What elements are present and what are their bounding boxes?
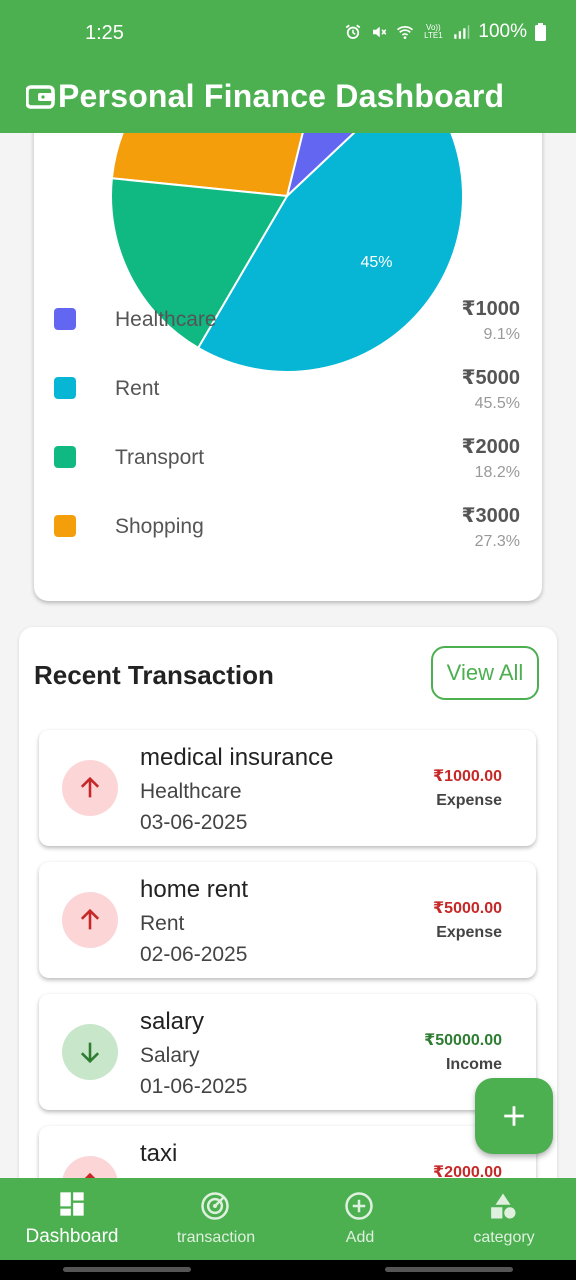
status-bar: 1:25 Vo)) LTE1 100% [0, 0, 576, 60]
add-circle-icon [345, 1192, 373, 1220]
wallet-icon [26, 84, 55, 109]
recent-transactions-heading: Recent Transaction [34, 660, 274, 690]
legend-amount: ₹2000 [461, 436, 520, 458]
expense-indicator [62, 1156, 118, 1178]
legend-name: Healthcare [115, 308, 217, 331]
pie-slice-label: 45% [361, 254, 393, 271]
expense-chart-card: 45% Healthcare ₹1000 9.1% Rent ₹5000 45.… [34, 133, 542, 601]
view-all-button[interactable]: View All [431, 646, 539, 700]
track-changes-icon [201, 1192, 229, 1220]
legend-item-healthcare: Healthcare ₹1000 9.1% [54, 288, 520, 348]
nav-label: transaction [176, 1229, 256, 1246]
app-bar: Personal Finance Dashboard [0, 60, 576, 133]
nav-transaction[interactable]: transaction [144, 1178, 288, 1260]
legend-swatch [54, 377, 76, 399]
nav-category[interactable]: category [432, 1178, 576, 1260]
transaction-name: medical insurance [140, 744, 334, 771]
income-indicator [62, 1024, 118, 1080]
app-title: Personal Finance Dashboard [58, 78, 505, 114]
dashboard-icon [60, 1192, 84, 1216]
transaction-category: Healthcare [140, 780, 242, 803]
nav-label: category [473, 1229, 535, 1246]
legend-item-transport: Transport ₹2000 18.2% [54, 426, 520, 486]
legend-swatch [54, 515, 76, 537]
nav-label: Add [345, 1229, 375, 1246]
alarm-icon [346, 24, 361, 39]
system-navigation-bar [0, 1260, 576, 1280]
battery-icon [535, 23, 546, 41]
legend-amount: ₹1000 [461, 298, 520, 320]
transaction-item[interactable]: salary Salary 01-06-2025 ₹50000.00 Incom… [39, 994, 536, 1110]
legend-name: Transport [115, 446, 205, 469]
legend-name: Rent [115, 377, 160, 400]
transaction-amount: ₹50000.00 [424, 1032, 502, 1049]
category-icon [491, 1193, 516, 1219]
transaction-type: Expense [436, 792, 502, 809]
expense-indicator [62, 760, 118, 816]
status-time: 1:25 [85, 22, 124, 44]
battery-percent: 100% [478, 21, 527, 42]
legend-amount: ₹3000 [461, 505, 520, 527]
plus-icon [504, 1106, 524, 1126]
legend-percent: 45.5% [474, 395, 520, 412]
gesture-pill [385, 1267, 513, 1272]
lte-indicator: Vo)) LTE1 [424, 23, 443, 40]
legend-amount: ₹5000 [461, 367, 520, 389]
mute-icon [373, 26, 387, 38]
legend-swatch [54, 308, 76, 330]
expense-indicator [62, 892, 118, 948]
arrow-down-icon [80, 1042, 100, 1064]
legend-item-shopping: Shopping ₹3000 27.3% [54, 495, 520, 555]
add-transaction-fab[interactable] [475, 1078, 553, 1154]
transaction-type: Income [445, 1056, 502, 1073]
transaction-amount: ₹2000.00 [433, 1164, 502, 1178]
legend-percent: 27.3% [474, 533, 520, 550]
nav-dashboard[interactable]: Dashboard [0, 1178, 144, 1260]
transaction-date: 01-06-2025 [140, 1075, 248, 1098]
transaction-category: Salary [140, 1044, 200, 1067]
transaction-date: 02-06-2025 [140, 943, 248, 966]
transaction-amount: ₹5000.00 [433, 900, 502, 917]
transaction-type: Expense [436, 924, 502, 941]
transaction-amount: ₹1000.00 [433, 768, 502, 785]
transaction-category: Rent [140, 912, 185, 935]
transaction-date: 03-06-2025 [140, 811, 248, 834]
bottom-navigation: Dashboard transaction Add category [0, 1178, 576, 1260]
status-icons: Vo)) LTE1 100% [344, 21, 546, 43]
arrow-up-icon [80, 908, 100, 930]
nav-add[interactable]: Add [288, 1178, 432, 1260]
nav-label: Dashboard [25, 1226, 119, 1247]
transaction-name: taxi [140, 1140, 178, 1167]
legend-name: Shopping [115, 515, 204, 538]
arrow-up-icon [80, 776, 100, 798]
arrow-up-icon [84, 1172, 96, 1178]
legend-swatch [54, 446, 76, 468]
gesture-pill [63, 1267, 191, 1272]
signal-icon [454, 25, 470, 39]
transaction-item[interactable]: home rent Rent 02-06-2025 ₹5000.00 Expen… [39, 862, 536, 978]
legend-item-rent: Rent ₹5000 45.5% [54, 357, 520, 417]
legend-percent: 9.1% [483, 326, 520, 343]
wifi-icon [397, 26, 414, 39]
transaction-name: salary [140, 1008, 205, 1035]
transaction-item[interactable]: taxi ₹2000.00 [39, 1126, 536, 1178]
legend-percent: 18.2% [474, 464, 520, 481]
transaction-item[interactable]: medical insurance Healthcare 03-06-2025 … [39, 730, 536, 846]
dashboard-content[interactable]: 45% Healthcare ₹1000 9.1% Rent ₹5000 45.… [0, 133, 576, 1178]
transaction-name: home rent [140, 876, 249, 903]
